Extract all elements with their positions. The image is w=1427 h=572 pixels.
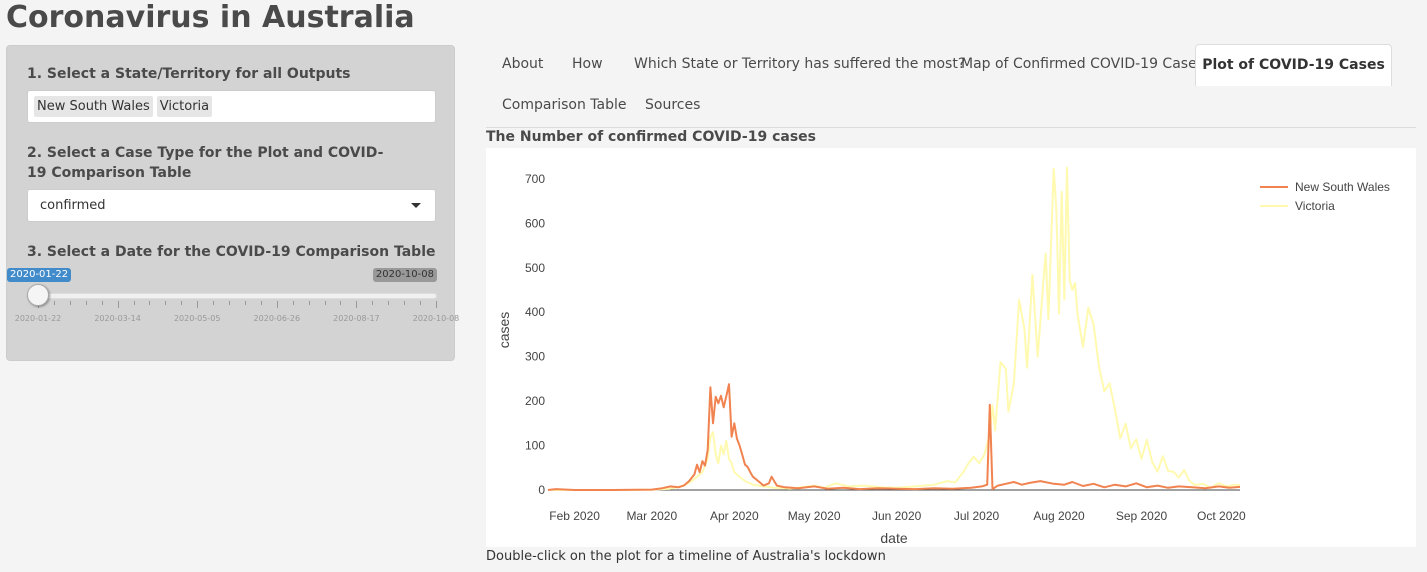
y-tick-label: 700 <box>525 172 545 186</box>
case-type-value: confirmed <box>40 198 106 213</box>
slider-tick <box>404 301 406 305</box>
slider-tick <box>53 301 55 305</box>
slider-tick <box>436 301 437 308</box>
slider-tick-label: 2020-10-08 <box>412 314 460 323</box>
sidebar-panel: 1. Select a State/Territory for all Outp… <box>6 45 459 361</box>
chevron-down-icon <box>411 203 421 208</box>
y-axis-label: cases <box>496 312 512 349</box>
slider-handle[interactable] <box>27 284 49 306</box>
slider-tick-label: 2020-06-26 <box>253 314 301 323</box>
slider-tick <box>260 301 262 305</box>
slider-tick <box>308 301 310 305</box>
x-tick-label: Jul 2020 <box>954 509 1000 523</box>
slider-tick <box>292 301 294 305</box>
tab-how[interactable]: How <box>572 54 603 74</box>
series-line-victoria <box>548 166 1241 491</box>
app-title: Coronavirus in Australia <box>6 0 415 35</box>
slider-tick <box>213 301 215 305</box>
plot-area[interactable]: 0 100 200 300 400 500 600 700 Feb 2020 Mar 2020 Ap… <box>486 148 1416 547</box>
slider-tick <box>165 301 167 305</box>
plot-title: The Number of confirmed COVID-19 cases <box>486 129 816 145</box>
y-tick-label: 400 <box>525 305 545 319</box>
slider-tick-label: 2020-01-22 <box>14 314 62 323</box>
slider-tick-label: 2020-08-17 <box>333 314 380 323</box>
x-tick-label: Sep 2020 <box>1116 509 1168 523</box>
x-tick-label: Mar 2020 <box>626 509 677 523</box>
y-tick-label: 500 <box>525 261 545 275</box>
slider-tick <box>149 301 151 305</box>
tab-which-state[interactable]: Which State or Territory has suffered th… <box>634 54 965 74</box>
slider-tick <box>420 301 422 305</box>
y-tick-label: 0 <box>538 483 545 497</box>
slider-ticks: 2020-01-22 2020-03-14 2020-05-05 2020-06-26… <box>7 266 459 326</box>
x-tick-label: May 2020 <box>788 509 841 523</box>
slider-tick <box>340 301 342 305</box>
date-slider[interactable]: 2020-01-22 2020-10-08 2020-01-22 2020-03-… <box>7 266 459 326</box>
line-chart[interactable]: 0 100 200 300 400 500 600 700 Feb 2020 Mar 2020 Ap… <box>486 148 1416 547</box>
date-slider-label: 3. Select a Date for the COVID-19 Compar… <box>27 244 436 260</box>
x-tick-label: Oct 2020 <box>1197 509 1246 523</box>
legend-entry: Victoria <box>1295 199 1335 213</box>
tab-plot[interactable]: Plot of COVID-19 Cases <box>1195 44 1392 86</box>
case-type-select-label: 2. Select a Case Type for the Plot and C… <box>27 145 384 181</box>
y-tick-label: 100 <box>525 439 545 453</box>
slider-tick <box>388 301 390 305</box>
y-tick-label: 200 <box>525 394 545 408</box>
tab-map[interactable]: Map of Confirmed COVID-19 Cases <box>961 54 1204 74</box>
case-type-select[interactable]: confirmed <box>27 189 436 222</box>
state-select-label: 1. Select a State/Territory for all Outp… <box>27 66 351 82</box>
slider-tick-label: 2020-03-14 <box>94 314 141 323</box>
app-root: Coronavirus in Australia 1. Select a Sta… <box>0 0 1427 572</box>
tab-bar: About How Which State or Territory has s… <box>486 44 1416 128</box>
x-tick-label: Apr 2020 <box>710 509 759 523</box>
slider-tick <box>85 301 87 305</box>
tab-comparison-table[interactable]: Comparison Table <box>502 95 626 115</box>
plot-caption: Double-click on the plot for a timeline … <box>486 549 886 564</box>
slider-tick <box>197 301 199 308</box>
slider-tick <box>101 301 103 305</box>
slider-tick <box>117 301 119 308</box>
x-tick-label: Aug 2020 <box>1033 509 1085 523</box>
slider-tick <box>276 301 278 308</box>
legend-entry: New South Wales <box>1295 180 1390 194</box>
slider-tick <box>356 301 358 308</box>
y-tick-label: 300 <box>525 350 545 364</box>
tab-about[interactable]: About <box>502 54 543 74</box>
selected-state-chip[interactable]: Victoria <box>156 96 213 117</box>
x-tick-label: Jun 2020 <box>872 509 922 523</box>
slider-tick <box>244 301 246 305</box>
tab-sources[interactable]: Sources <box>645 95 700 115</box>
x-tick-label: Feb 2020 <box>549 509 600 523</box>
state-multiselect[interactable]: New South Wales Victoria <box>27 90 436 123</box>
y-tick-label: 600 <box>525 216 545 230</box>
slider-tick <box>229 301 231 305</box>
slider-tick <box>181 301 183 305</box>
slider-tick <box>69 301 71 305</box>
slider-tick <box>324 301 326 305</box>
slider-tick <box>372 301 374 305</box>
slider-tick <box>133 301 135 305</box>
series-line-new-south-wales <box>547 383 1241 491</box>
selected-state-chip[interactable]: New South Wales <box>34 96 153 117</box>
slider-tick-label: 2020-05-05 <box>173 314 221 323</box>
x-axis-label: date <box>880 530 907 546</box>
